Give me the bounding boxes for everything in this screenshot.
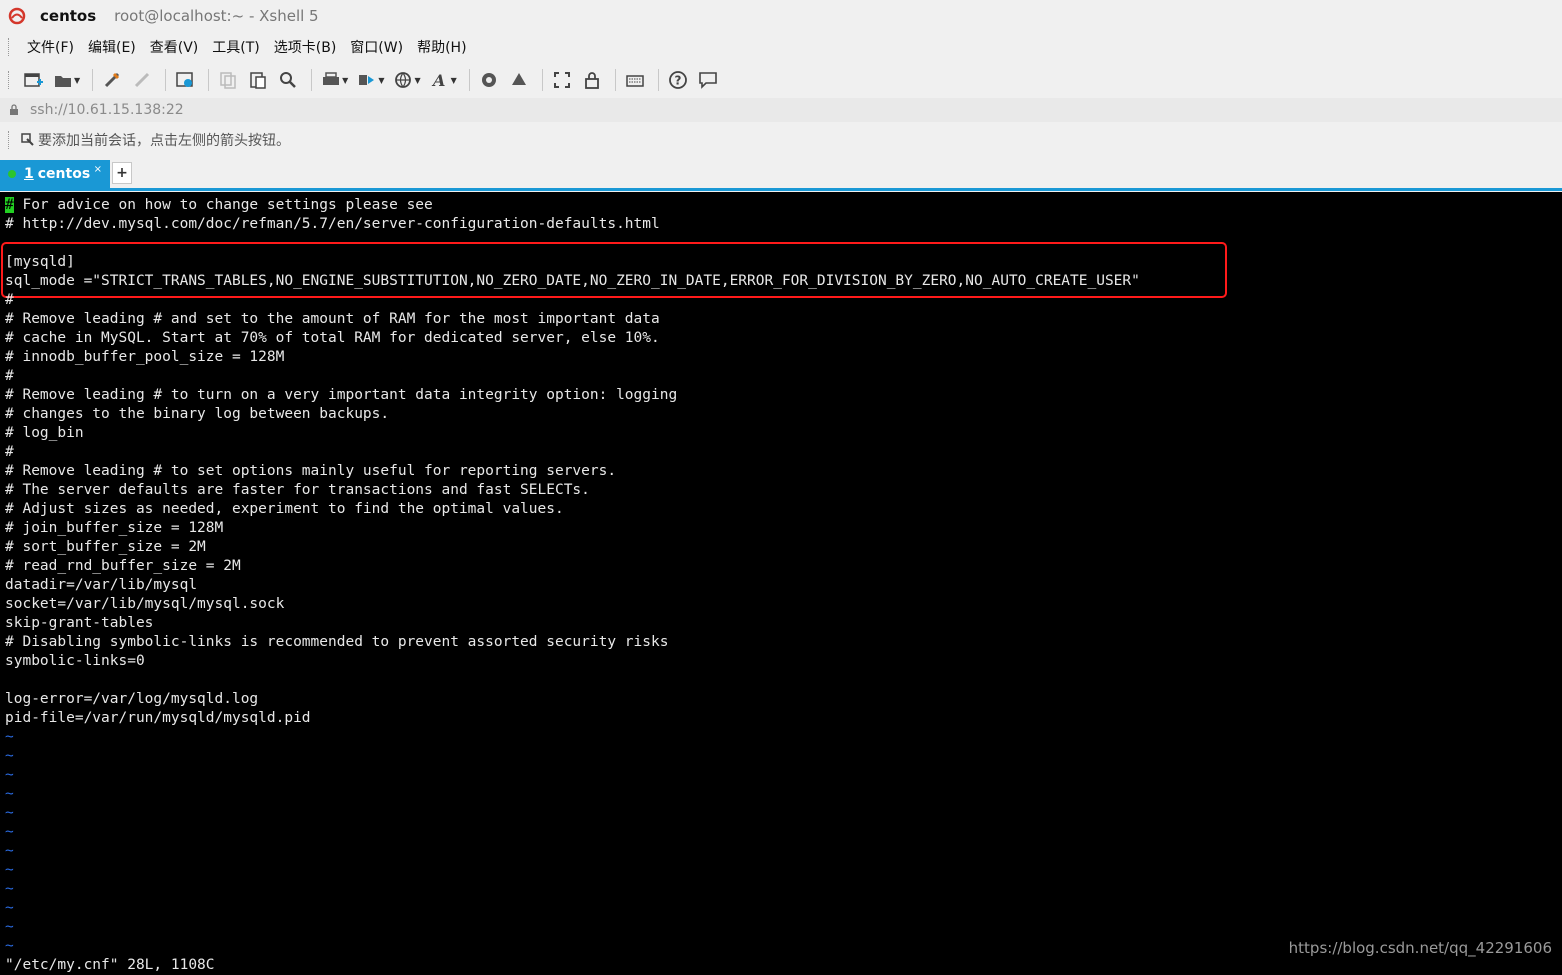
new-session-icon[interactable] [20,67,46,93]
terminal-line: # changes to the binary log between back… [5,406,390,422]
terminal-line: ~ [5,900,14,916]
session-hint-text: 要添加当前会话，点击左侧的箭头按钮。 [38,133,290,149]
tab-strip: 1 centos × + [0,158,1562,192]
print-icon[interactable] [318,67,344,93]
terminal-line: ~ [5,919,14,935]
menu-edit[interactable]: 编辑(E) [81,37,143,57]
terminal-cursor: # [5,197,14,213]
terminal-line: ~ [5,729,14,745]
tab-number: 1 [24,166,34,182]
globe-dropdown-icon[interactable]: ▼ [414,76,420,85]
terminal-line: # The server defaults are faster for tra… [5,482,590,498]
terminal-line: # Disabling symbolic-links is recommende… [5,634,669,650]
terminal-line: # Adjust sizes as needed, experiment to … [5,501,564,517]
terminal-line: pid-file=/var/run/mysqld/mysqld.pid [5,710,311,726]
terminal-line: ~ [5,786,14,802]
window-host: centos [40,7,97,25]
svg-text:?: ? [674,74,681,88]
terminal-line: # join_buffer_size = 128M [5,520,224,536]
terminal-line: sql_mode ="STRICT_TRANS_TABLES,NO_ENGINE… [5,273,1140,289]
terminal-line: # sort_buffer_size = 2M [5,539,206,555]
terminal-line: # [5,444,14,460]
menu-view[interactable]: 查看(V) [143,37,206,57]
terminal-line: ~ [5,805,14,821]
keyboard-icon[interactable] [622,67,648,93]
copy-icon[interactable] [215,67,241,93]
transfer-dropdown-icon[interactable]: ▼ [378,76,384,85]
xftp-icon[interactable] [476,67,502,93]
terminal-line: ~ [5,938,14,954]
lock-small-icon [8,101,20,120]
terminal-line: # For advice on how to change settings p… [5,197,433,213]
terminal-line: ~ [5,843,14,859]
terminal-line: ~ [5,748,14,764]
add-session-arrow-icon[interactable] [20,131,34,150]
menu-tools[interactable]: 工具(T) [205,37,266,57]
menu-window[interactable]: 窗口(W) [343,37,410,57]
terminal-line: # log_bin [5,425,84,441]
lock-icon[interactable] [579,67,605,93]
chat-icon[interactable] [695,67,721,93]
toolbar-grip [8,71,12,89]
new-tab-button[interactable]: + [112,162,132,184]
window-title: root@localhost:~ - Xshell 5 [114,7,319,25]
toolbar: ▼ ▼ ▼ ▼ A ▼ ? [0,62,1562,98]
open-dropdown-icon[interactable]: ▼ [74,76,80,85]
address-bar[interactable]: ssh://10.61.15.138:22 [0,98,1562,122]
terminal-line: ~ [5,824,14,840]
properties-icon[interactable] [172,67,198,93]
terminal-line: # http://dev.mysql.com/doc/refman/5.7/en… [5,216,660,232]
menu-help[interactable]: 帮助(H) [410,37,473,57]
terminal-line: # [5,368,14,384]
help-icon[interactable]: ? [665,67,691,93]
terminal-line: [mysqld] [5,254,75,270]
svg-text:A: A [431,71,445,90]
terminal-line: # innodb_buffer_pool_size = 128M [5,349,285,365]
xmanager-icon[interactable] [506,67,532,93]
print-dropdown-icon[interactable]: ▼ [342,76,348,85]
terminal-line: # read_rnd_buffer_size = 2M [5,558,241,574]
terminal-line: datadir=/var/lib/mysql [5,577,198,593]
menubar-grip [8,38,12,56]
open-folder-icon[interactable] [50,67,76,93]
terminal-line: log-error=/var/log/mysqld.log [5,691,259,707]
menu-tabs[interactable]: 选项卡(B) [267,37,344,57]
terminal-line: symbolic-links=0 [5,653,145,669]
terminal-line: "/etc/my.cnf" 28L, 1108C [5,957,215,973]
watermark: https://blog.csdn.net/qq_42291606 [1288,939,1552,957]
tab-centos[interactable]: 1 centos × [0,160,110,188]
transfer-icon[interactable] [354,67,380,93]
terminal-area[interactable]: https://blog.csdn.net/qq_42291606 # For … [0,192,1562,973]
session-bar: 要添加当前会话，点击左侧的箭头按钮。 [0,122,1562,158]
terminal-line: # Remove leading # to set options mainly… [5,463,617,479]
tab-close-icon[interactable]: × [94,164,102,175]
terminal-line: # Remove leading # and set to the amount… [5,311,660,327]
disconnect-icon[interactable] [129,67,155,93]
terminal-line: ~ [5,767,14,783]
terminal-line: # [5,292,14,308]
tab-label: centos [37,166,91,182]
terminal-line: ~ [5,881,14,897]
sessionbar-grip [8,131,12,149]
terminal-line: skip-grant-tables [5,615,154,631]
find-icon[interactable] [275,67,301,93]
terminal-line: # cache in MySQL. Start at 70% of total … [5,330,660,346]
font-icon[interactable]: A [427,67,453,93]
address-text[interactable]: ssh://10.61.15.138:22 [30,102,184,118]
terminal-line: ~ [5,862,14,878]
menu-bar: 文件(F) 编辑(E) 查看(V) 工具(T) 选项卡(B) 窗口(W) 帮助(… [0,32,1562,62]
fullscreen-icon[interactable] [549,67,575,93]
connect-icon[interactable] [99,67,125,93]
menu-file[interactable]: 文件(F) [20,37,81,57]
globe-icon[interactable] [390,67,416,93]
paste-icon[interactable] [245,67,271,93]
terminal-line: # Remove leading # to turn on a very imp… [5,387,678,403]
title-bar: centos root@localhost:~ - Xshell 5 [0,0,1562,32]
terminal-line: socket=/var/lib/mysql/mysql.sock [5,596,285,612]
connected-status-icon [8,170,16,178]
xshell-logo-icon [8,7,26,25]
font-dropdown-icon[interactable]: ▼ [451,76,457,85]
